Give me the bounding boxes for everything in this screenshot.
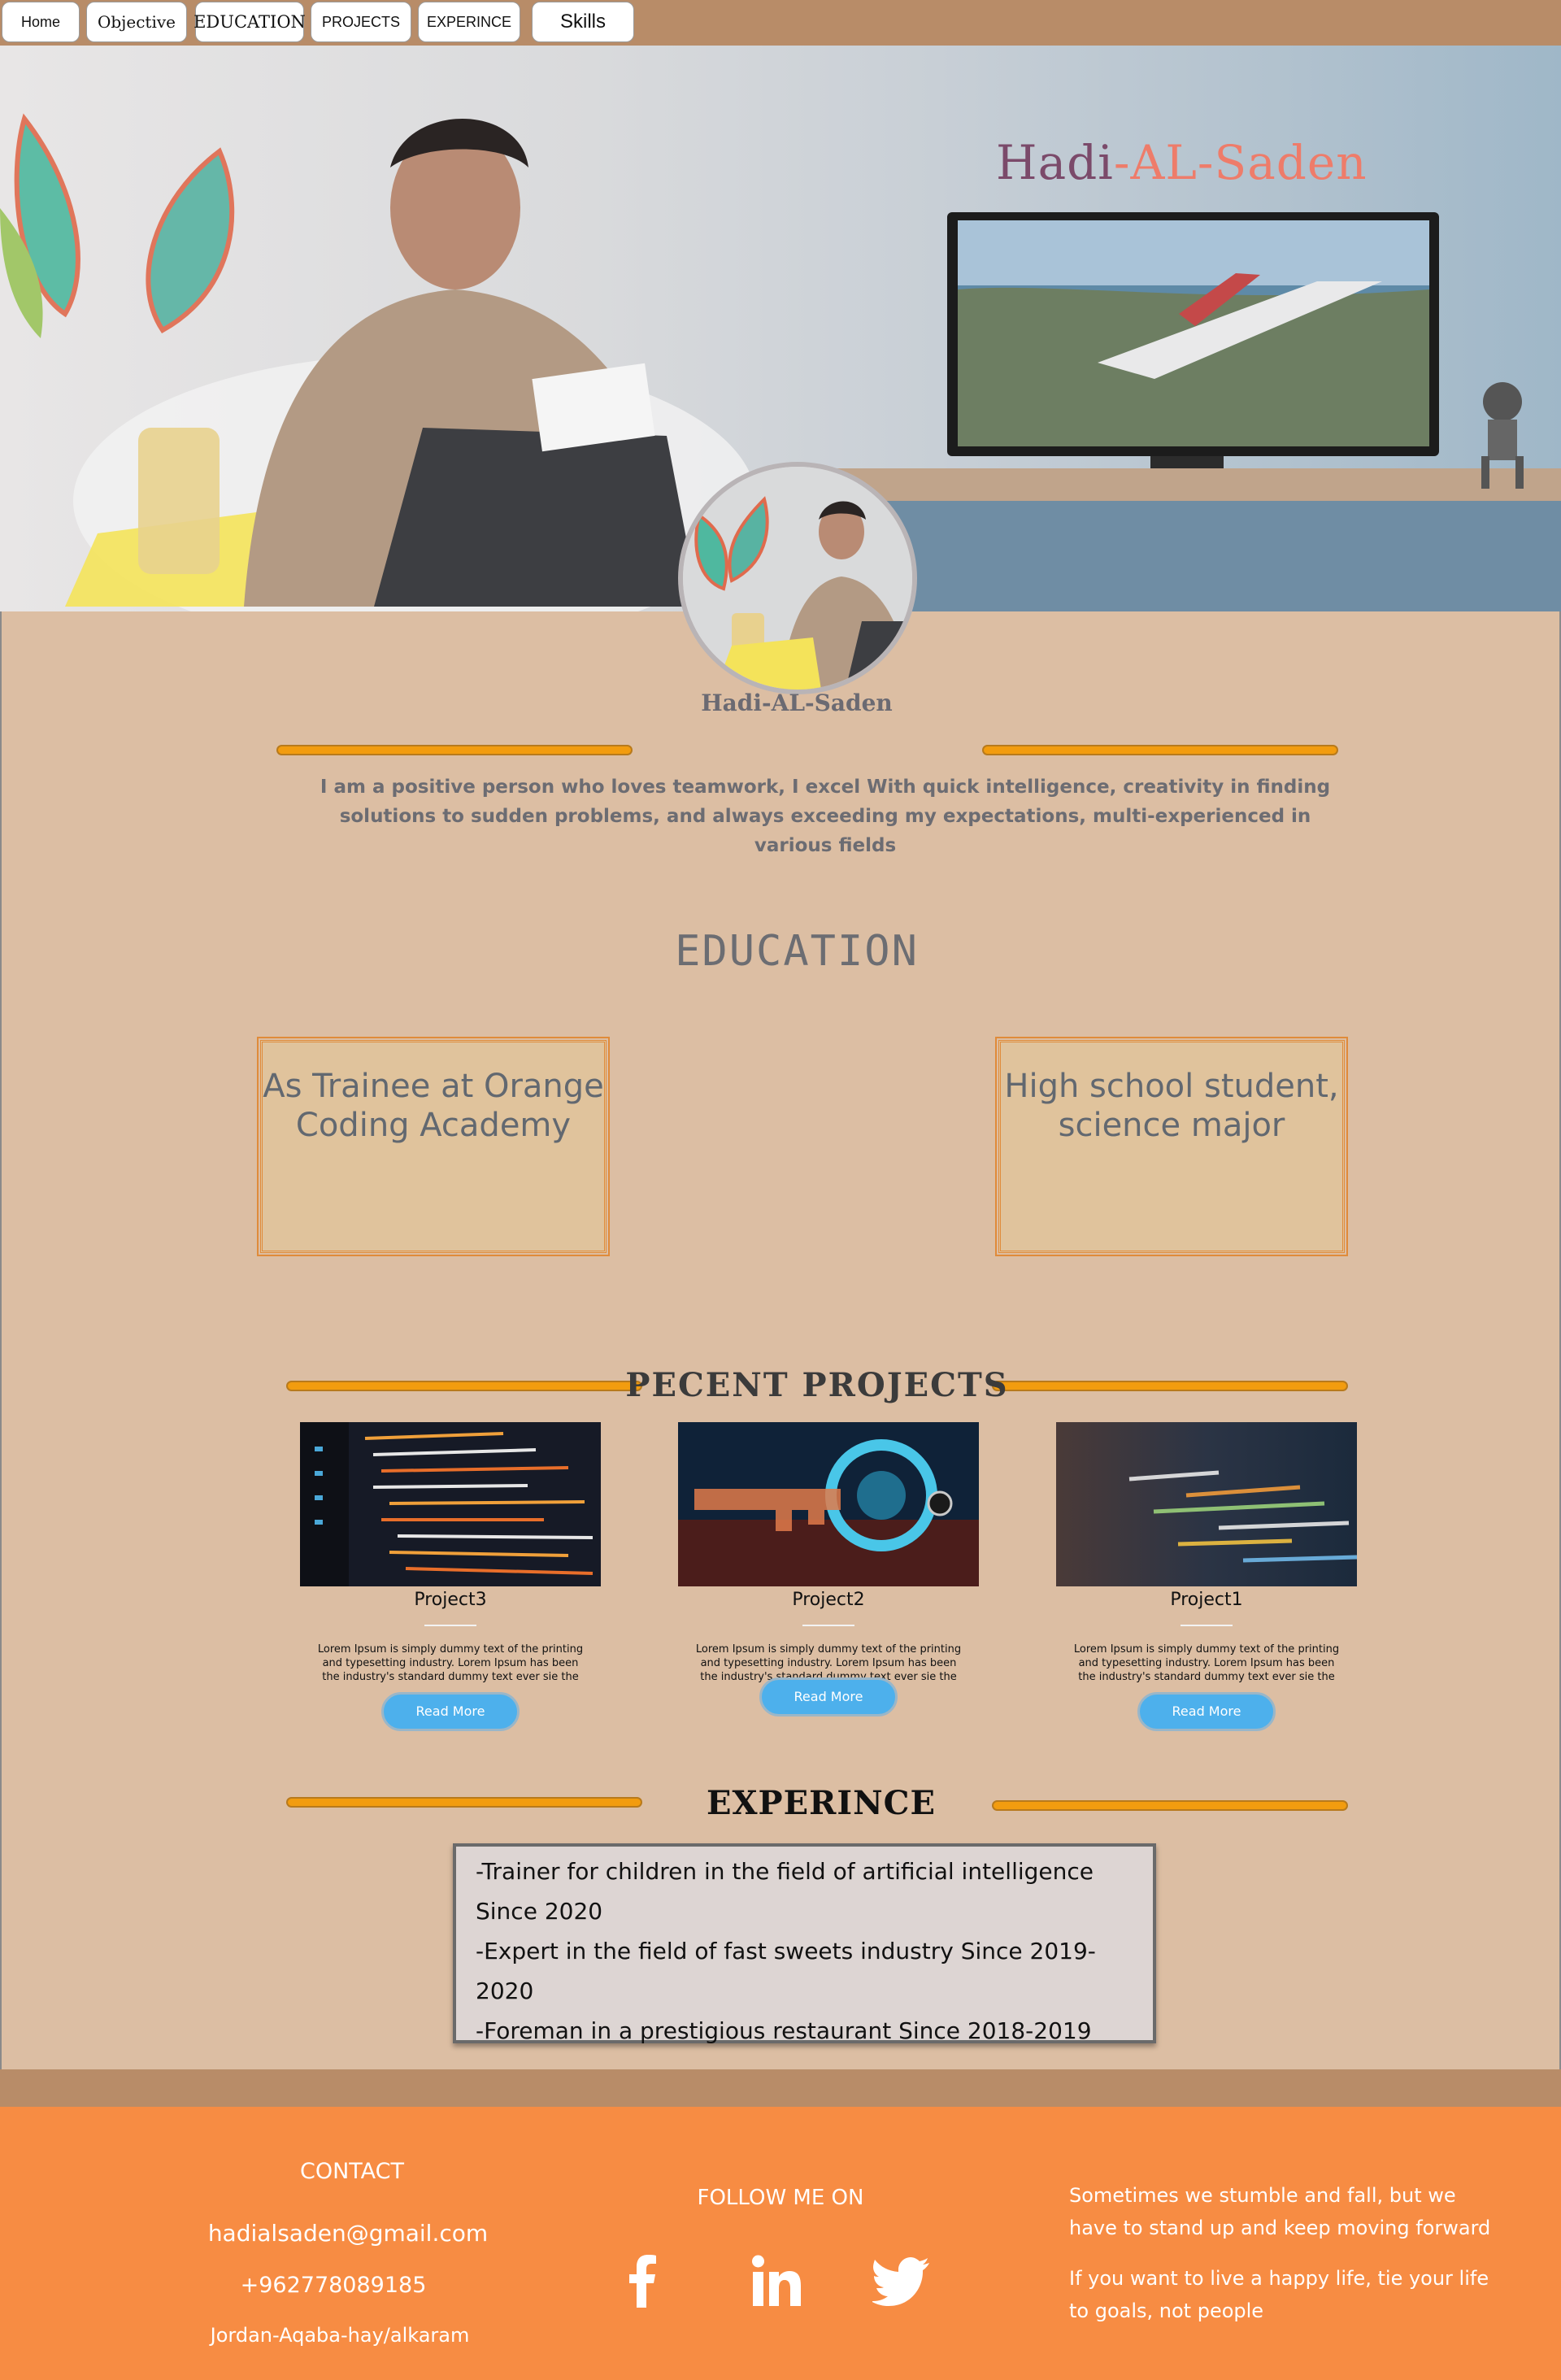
projects-heading: PECENT PROJECTS (625, 1366, 1009, 1404)
project-card: Project3 Lorem Ipsum is simply dummy tex… (300, 1422, 601, 1731)
experience-line: -Foreman in a prestigious restaurant Sin… (476, 2017, 1092, 2044)
project-card: Project2 Lorem Ipsum is simply dummy tex… (678, 1422, 979, 1723)
education-card-text: High school student, science major (1004, 1068, 1339, 1144)
linkedin-icon[interactable] (748, 2252, 805, 2309)
facebook-icon[interactable] (615, 2252, 672, 2309)
quote-1: Sometimes we stumble and fall, but we ha… (1069, 2184, 1491, 2239)
avatar (678, 462, 917, 694)
profile-name: Hadi-AL-Saden (701, 690, 893, 716)
project-description: Lorem Ipsum is simply dummy text of the … (1073, 1643, 1340, 1683)
project-title: Project2 (792, 1590, 865, 1610)
divider-bar (276, 745, 633, 755)
education-heading: EDUCATION (675, 927, 919, 976)
footer-top-strip (0, 2069, 1561, 2107)
read-more-button[interactable]: Read More (381, 1692, 520, 1731)
project-thumbnail (678, 1422, 979, 1586)
top-navbar: Home Objective EDUCATION PROJECTS EXPERI… (0, 0, 1561, 46)
hero-title: Hadi-AL-Saden (996, 135, 1368, 190)
contact-title: CONTACT (299, 2159, 405, 2184)
education-card: As Trainee at Orange Coding Academy (257, 1037, 610, 1256)
read-more-button[interactable]: Read More (1137, 1692, 1276, 1731)
contact-address: Jordan-Aqaba-hay/alkaram (210, 2324, 470, 2347)
project-card: Project1 Lorem Ipsum is simply dummy tex… (1056, 1422, 1357, 1731)
project-title: Project1 (1170, 1590, 1243, 1610)
education-card: High school student, science major (995, 1037, 1348, 1256)
nav-objective[interactable]: Objective (86, 2, 187, 42)
nav-home[interactable]: Home (2, 2, 80, 42)
monitor-photo (947, 212, 1439, 505)
quote-2: If you want to live a happy life, tie yo… (1069, 2267, 1489, 2322)
divider-bar (982, 745, 1338, 755)
project-divider (802, 1625, 854, 1626)
project-thumbnail (300, 1422, 601, 1586)
education-card-text: As Trainee at Orange Coding Academy (263, 1068, 604, 1144)
project-description: Lorem Ipsum is simply dummy text of the … (317, 1643, 584, 1683)
nav-experience[interactable]: EXPERINCE (418, 2, 520, 42)
project-title: Project3 (414, 1590, 487, 1610)
nav-education[interactable]: EDUCATION (193, 2, 306, 42)
experience-line: -Expert in the field of fast sweets indu… (476, 1938, 1096, 2004)
project-divider (424, 1625, 476, 1626)
nav-projects[interactable]: PROJECTS (311, 2, 411, 42)
experience-line: Since 2020 (476, 1898, 603, 1925)
contact-phone: +962778089185 (240, 2273, 427, 2298)
experience-heading: EXPERINCE (707, 1784, 936, 1822)
wings-illustration (0, 113, 235, 338)
project-thumbnail (1056, 1422, 1357, 1586)
nav-skills[interactable]: Skills (532, 2, 634, 42)
experience-box: -Trainer for children in the field of ar… (453, 1843, 1156, 2044)
twitter-icon[interactable] (871, 2252, 929, 2309)
experience-line: -Trainer for children in the field of ar… (476, 1858, 1094, 1885)
bio-text: I am a positive person who loves teamwor… (320, 777, 1331, 856)
read-more-button[interactable]: Read More (759, 1677, 898, 1716)
contact-email[interactable]: hadialsaden@gmail.com (0, 2220, 696, 2247)
project-divider (1181, 1625, 1233, 1626)
